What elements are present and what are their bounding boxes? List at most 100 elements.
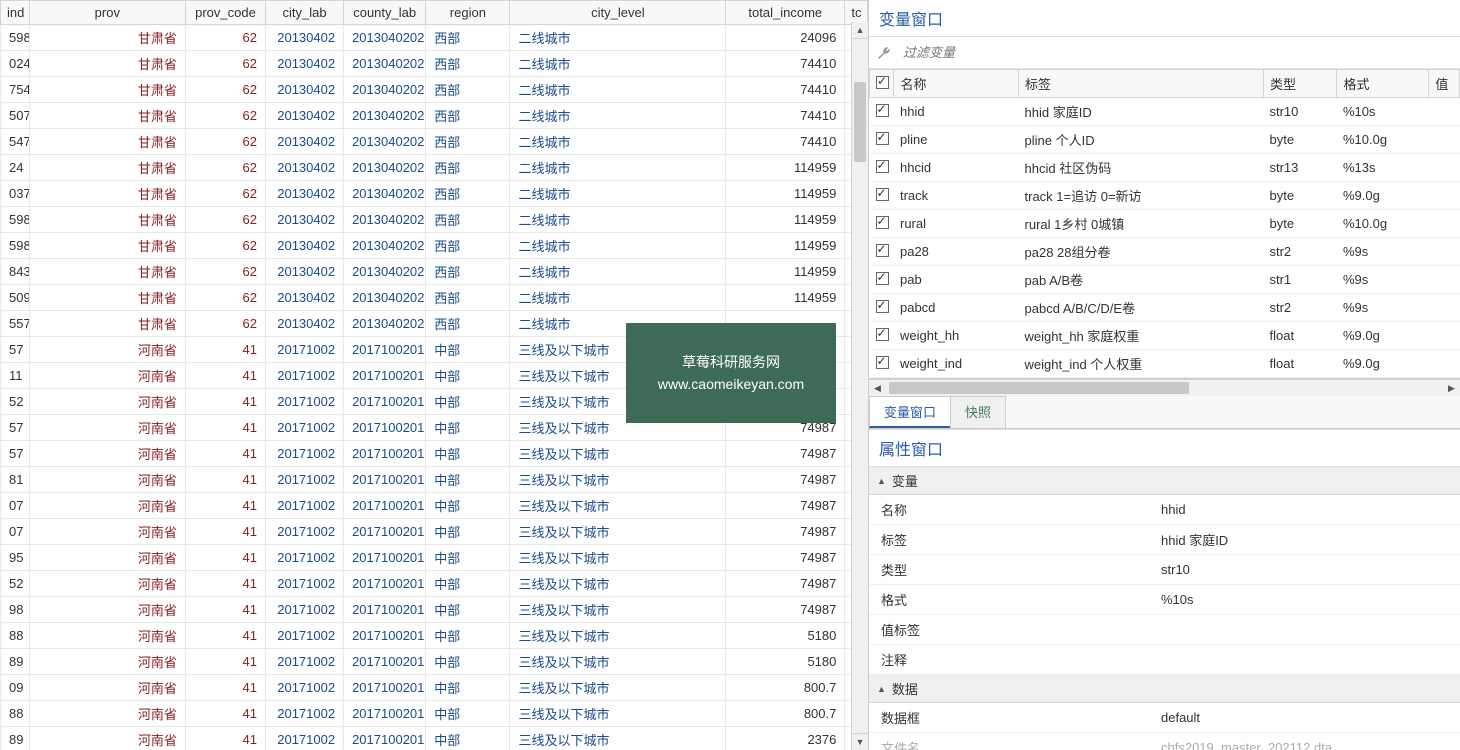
cell-region[interactable]: 西部 <box>426 207 510 233</box>
cell-city-level[interactable]: 二线城市 <box>510 77 726 103</box>
cell-region[interactable]: 中部 <box>426 649 510 675</box>
var-name-cell[interactable]: weight_ind <box>894 350 1019 378</box>
cell-ind[interactable]: 07 <box>1 519 30 545</box>
cell-city-lab[interactable]: 20130402 <box>266 207 344 233</box>
var-name-cell[interactable]: hhid <box>894 98 1019 126</box>
cell-ind[interactable]: 57 <box>1 415 30 441</box>
data-row[interactable]: 037甘肃省62201304022013040202西部二线城市114959 <box>1 181 868 207</box>
var-type-cell[interactable]: str10 <box>1263 98 1336 126</box>
cell-city-level[interactable]: 三线及以下城市 <box>510 623 726 649</box>
cell-total-income[interactable]: 114959 <box>726 285 845 311</box>
cell-total-income[interactable]: 74987 <box>726 467 845 493</box>
cell-prov[interactable]: 甘肃省 <box>29 259 185 285</box>
cell-total-income[interactable]: 114959 <box>726 155 845 181</box>
var-value-cell[interactable] <box>1429 154 1460 182</box>
cell-county-lab[interactable]: 2013040202 <box>344 259 426 285</box>
cell-city-lab[interactable]: 20130402 <box>266 181 344 207</box>
cell-total-income[interactable]: 74410 <box>726 103 845 129</box>
data-row[interactable]: 81河南省41201710022017100201中部三线及以下城市74987 <box>1 467 868 493</box>
cell-city-lab[interactable]: 20171002 <box>266 337 344 363</box>
cell-city-level[interactable]: 二线城市 <box>510 207 726 233</box>
cell-county-lab[interactable]: 2017100201 <box>344 441 426 467</box>
cell-total-income[interactable]: 5180 <box>726 623 845 649</box>
data-row[interactable]: 598甘肃省62201304022013040202西部二线城市114959 <box>1 207 868 233</box>
var-value-cell[interactable] <box>1429 182 1460 210</box>
cell-ind[interactable]: 88 <box>1 623 30 649</box>
property-value[interactable]: hhid 家庭ID <box>1149 525 1460 555</box>
cell-region[interactable]: 中部 <box>426 519 510 545</box>
cell-city-lab[interactable]: 20130402 <box>266 259 344 285</box>
var-name-cell[interactable]: hhcid <box>894 154 1019 182</box>
cell-city-level[interactable]: 三线及以下城市 <box>510 545 726 571</box>
cell-county-lab[interactable]: 2017100201 <box>344 597 426 623</box>
var-value-cell[interactable] <box>1429 350 1460 378</box>
checkbox-icon[interactable] <box>876 160 889 173</box>
cell-region[interactable]: 中部 <box>426 571 510 597</box>
cell-prov[interactable]: 甘肃省 <box>29 25 185 51</box>
cell-prov-code[interactable]: 62 <box>185 181 265 207</box>
cell-ind[interactable]: 754 <box>1 77 30 103</box>
data-row[interactable]: 07河南省41201710022017100201中部三线及以下城市74987 <box>1 519 868 545</box>
cell-prov-code[interactable]: 62 <box>185 25 265 51</box>
prop-section-variable[interactable]: ▲变量 <box>869 467 1460 495</box>
hscroll-thumb[interactable] <box>889 382 1189 394</box>
scroll-up-icon[interactable]: ▲ <box>852 22 868 39</box>
var-check-cell[interactable] <box>870 126 894 154</box>
cell-total-income[interactable]: 114959 <box>726 207 845 233</box>
cell-region[interactable]: 西部 <box>426 285 510 311</box>
data-row[interactable]: 509甘肃省62201304022013040202西部二线城市114959 <box>1 285 868 311</box>
cell-ind[interactable]: 52 <box>1 389 30 415</box>
cell-city-level[interactable]: 三线及以下城市 <box>510 597 726 623</box>
cell-county-lab[interactable]: 2013040202 <box>344 181 426 207</box>
cell-city-lab[interactable]: 20130402 <box>266 103 344 129</box>
cell-prov[interactable]: 河南省 <box>29 571 185 597</box>
cell-total-income[interactable]: 74410 <box>726 129 845 155</box>
cell-city-lab[interactable]: 20130402 <box>266 25 344 51</box>
cell-prov[interactable]: 甘肃省 <box>29 181 185 207</box>
var-format-cell[interactable]: %13s <box>1337 154 1429 182</box>
checkbox-icon[interactable] <box>876 104 889 117</box>
cell-prov[interactable]: 甘肃省 <box>29 207 185 233</box>
cell-prov-code[interactable]: 41 <box>185 649 265 675</box>
var-check-cell[interactable] <box>870 238 894 266</box>
property-row[interactable]: 文件名chfs2019_master_202112.dta <box>869 733 1460 750</box>
cell-prov-code[interactable]: 41 <box>185 415 265 441</box>
cell-county-lab[interactable]: 2017100201 <box>344 649 426 675</box>
property-row[interactable]: 注释 <box>869 645 1460 675</box>
checkbox-icon[interactable] <box>876 216 889 229</box>
col-header-prov-code[interactable]: prov_code <box>185 1 265 25</box>
cell-region[interactable]: 西部 <box>426 25 510 51</box>
checkbox-icon[interactable] <box>876 356 889 369</box>
cell-county-lab[interactable]: 2013040202 <box>344 129 426 155</box>
scroll-right-icon[interactable]: ▶ <box>1443 380 1460 396</box>
cell-region[interactable]: 中部 <box>426 623 510 649</box>
cell-region[interactable]: 西部 <box>426 259 510 285</box>
var-format-cell[interactable]: %9.0g <box>1337 182 1429 210</box>
col-header-tc[interactable]: tc <box>845 1 868 25</box>
cell-county-lab[interactable]: 2017100201 <box>344 701 426 727</box>
cell-city-lab[interactable]: 20171002 <box>266 623 344 649</box>
var-check-cell[interactable] <box>870 266 894 294</box>
cell-total-income[interactable]: 800.7 <box>726 675 845 701</box>
variables-filter-input[interactable] <box>899 41 1454 64</box>
cell-city-lab[interactable]: 20171002 <box>266 675 344 701</box>
variable-row[interactable]: tracktrack 1=追访 0=新访byte%9.0g <box>870 182 1460 210</box>
cell-ind[interactable]: 88 <box>1 701 30 727</box>
var-type-cell[interactable]: byte <box>1263 126 1336 154</box>
cell-county-lab[interactable]: 2013040202 <box>344 25 426 51</box>
cell-county-lab[interactable]: 2017100201 <box>344 545 426 571</box>
cell-ind[interactable]: 11 <box>1 363 30 389</box>
cell-city-lab[interactable]: 20171002 <box>266 467 344 493</box>
var-name-cell[interactable]: rural <box>894 210 1019 238</box>
cell-city-level[interactable]: 三线及以下城市 <box>510 571 726 597</box>
var-format-cell[interactable]: %9.0g <box>1337 350 1429 378</box>
checkbox-icon[interactable] <box>876 188 889 201</box>
cell-prov[interactable]: 甘肃省 <box>29 285 185 311</box>
property-value[interactable] <box>1149 645 1460 675</box>
var-value-cell[interactable] <box>1429 98 1460 126</box>
cell-prov-code[interactable]: 41 <box>185 363 265 389</box>
cell-prov[interactable]: 河南省 <box>29 415 185 441</box>
cell-total-income[interactable]: 5180 <box>726 649 845 675</box>
var-label-cell[interactable]: weight_ind 个人权重 <box>1019 350 1264 378</box>
cell-city-lab[interactable]: 20171002 <box>266 389 344 415</box>
